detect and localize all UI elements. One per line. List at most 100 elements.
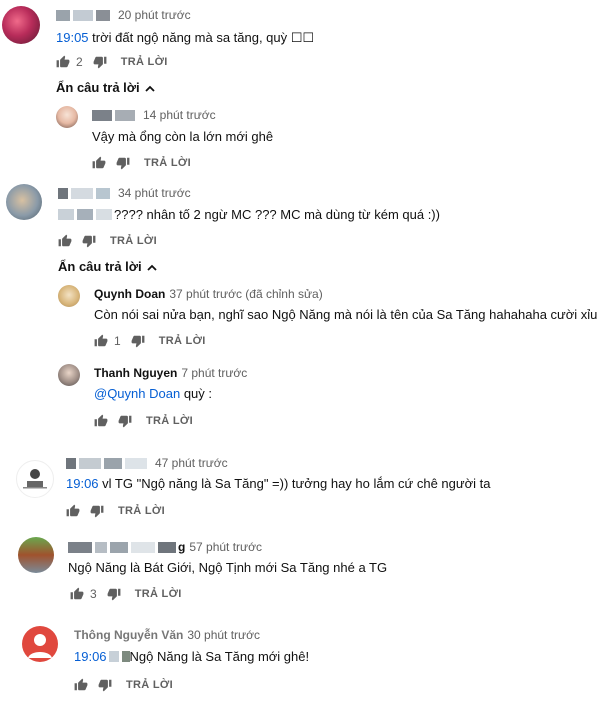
thumb-down-icon[interactable] xyxy=(131,334,145,348)
blurred-author xyxy=(56,9,70,21)
comment-time[interactable]: 47 phút trước xyxy=(155,456,228,470)
blurred-author xyxy=(79,457,101,469)
blurred-author xyxy=(158,541,176,553)
blurred-text xyxy=(121,651,130,662)
video-timestamp-link[interactable]: 19:06 xyxy=(74,649,107,664)
comment-time[interactable]: 57 phút trước xyxy=(189,540,262,554)
thumb-down-icon[interactable] xyxy=(82,234,96,248)
comment-author[interactable]: Thông Nguyễn Văn xyxy=(74,628,183,642)
blurred-text xyxy=(96,209,112,220)
comment-actions: 2 TRẢ LỜI xyxy=(56,55,168,69)
comment-text: 19:05 trời đất ngộ năng mà sa tăng, quỳ … xyxy=(56,30,315,45)
blurred-author xyxy=(115,109,135,121)
thumb-up-icon[interactable] xyxy=(94,414,108,428)
thumb-up-icon[interactable] xyxy=(74,678,88,692)
mention-link[interactable]: @Quynh Doan xyxy=(94,386,180,401)
blurred-author xyxy=(92,109,112,121)
avatar[interactable] xyxy=(56,106,78,128)
comment-text: 19:06 vl TG "Ngộ năng là Sa Tăng" =)) tư… xyxy=(66,476,491,491)
like-count: 2 xyxy=(76,55,83,69)
hide-replies-toggle[interactable]: Ẩn câu trả lời xyxy=(56,80,155,95)
like-count: 3 xyxy=(90,587,97,601)
thumb-down-icon[interactable] xyxy=(118,414,132,428)
reply-meta: 14 phút trước xyxy=(92,108,216,122)
reply-time[interactable]: 14 phút trước xyxy=(143,108,216,122)
blurred-author xyxy=(66,457,76,469)
comment-author[interactable]: g xyxy=(178,540,185,554)
video-timestamp-link[interactable]: 19:06 xyxy=(66,476,99,491)
reply-button[interactable]: TRẢ LỜI xyxy=(110,235,157,247)
reply-meta: Quynh Doan 37 phút trước (đã chỉnh sửa) xyxy=(94,287,323,301)
comment-meta: Thông Nguyễn Văn 30 phút trước xyxy=(74,628,260,642)
chevron-up-icon xyxy=(140,80,155,95)
comment-actions: TRẢ LỜI xyxy=(66,504,165,518)
thumb-up-icon[interactable] xyxy=(92,156,106,170)
reply-actions: TRẢ LỜI xyxy=(92,156,191,170)
video-timestamp-link[interactable]: 19:05 xyxy=(56,30,89,45)
blurred-author xyxy=(96,9,110,21)
reply-button[interactable]: TRẢ LỜI xyxy=(159,335,206,347)
reply-button[interactable]: TRẢ LỜI xyxy=(118,505,165,517)
reply-text: @Quynh Doan quỳ : xyxy=(94,386,212,401)
comment-meta: 47 phút trước xyxy=(66,456,228,470)
comment-text: Ngộ Năng là Bát Giới, Ngộ Tịnh mới Sa Tă… xyxy=(68,560,388,575)
reply-actions: TRẢ LỜI xyxy=(94,414,193,428)
avatar[interactable] xyxy=(16,460,54,498)
thumb-up-icon[interactable] xyxy=(70,587,84,601)
thumb-up-icon[interactable] xyxy=(66,504,80,518)
blurred-author xyxy=(68,541,92,553)
thumb-down-icon[interactable] xyxy=(90,504,104,518)
reply-author[interactable]: Quynh Doan xyxy=(94,287,165,301)
avatar[interactable] xyxy=(58,285,80,307)
blurred-author xyxy=(104,457,122,469)
blurred-author xyxy=(131,541,155,553)
blurred-author xyxy=(125,457,147,469)
blurred-author xyxy=(110,541,128,553)
reply-button[interactable]: TRẢ LỜI xyxy=(146,415,193,427)
comment-actions: TRẢ LỜI xyxy=(74,678,173,692)
chevron-up-icon xyxy=(142,259,157,274)
comment-time[interactable]: 30 phút trước xyxy=(187,628,260,642)
comment-meta: 20 phút trước xyxy=(56,8,191,22)
avatar[interactable] xyxy=(58,364,80,386)
reply-actions: 1 TRẢ LỜI xyxy=(94,334,206,348)
avatar[interactable] xyxy=(6,184,42,220)
reply-time[interactable]: 7 phút trước xyxy=(181,366,247,380)
default-avatar-icon[interactable] xyxy=(22,626,58,662)
blurred-text xyxy=(77,209,93,220)
logo-avatar-icon xyxy=(23,469,47,489)
reply-text: Còn nói sai nửa bạn, nghĩ sao Ngộ Năng m… xyxy=(94,307,598,322)
reply-time[interactable]: 37 phút trước (đã chỉnh sửa) xyxy=(169,287,322,301)
comment-actions: TRẢ LỜI xyxy=(58,234,157,248)
blurred-author xyxy=(58,187,68,199)
blurred-text xyxy=(108,651,119,662)
thumb-down-icon[interactable] xyxy=(98,678,112,692)
comment-time[interactable]: 34 phút trước xyxy=(118,186,191,200)
comment-text: 19:06 Ngộ Năng là Sa Tăng mới ghê! xyxy=(74,649,310,664)
reply-button[interactable]: TRẢ LỜI xyxy=(144,157,191,169)
comment-meta: 34 phút trước xyxy=(58,186,191,200)
reply-button[interactable]: TRẢ LỜI xyxy=(126,679,173,691)
hide-replies-toggle[interactable]: Ẩn câu trả lời xyxy=(58,259,157,274)
blurred-author xyxy=(95,541,107,553)
blurred-author xyxy=(96,187,110,199)
thumb-up-icon[interactable] xyxy=(58,234,72,248)
blurred-author xyxy=(73,9,93,21)
thumb-up-icon[interactable] xyxy=(56,55,70,69)
thumb-up-icon[interactable] xyxy=(94,334,108,348)
comment-time[interactable]: 20 phút trước xyxy=(118,8,191,22)
reply-button[interactable]: TRẢ LỜI xyxy=(121,56,168,68)
blurred-text xyxy=(58,209,74,220)
reply-meta: Thanh Nguyen 7 phút trước xyxy=(94,366,247,380)
reply-button[interactable]: TRẢ LỜI xyxy=(135,588,182,600)
thumb-down-icon[interactable] xyxy=(93,55,107,69)
reply-author[interactable]: Thanh Nguyen xyxy=(94,366,177,380)
avatar[interactable] xyxy=(18,537,54,573)
blurred-author xyxy=(71,187,93,199)
thumb-down-icon[interactable] xyxy=(107,587,121,601)
avatar[interactable] xyxy=(2,6,40,44)
comment-actions: 3 TRẢ LỜI xyxy=(70,587,182,601)
thumb-down-icon[interactable] xyxy=(116,156,130,170)
like-count: 1 xyxy=(114,334,121,348)
comment-text: ???? nhân tố 2 ngừ MC ??? MC mà dùng từ … xyxy=(58,207,440,222)
